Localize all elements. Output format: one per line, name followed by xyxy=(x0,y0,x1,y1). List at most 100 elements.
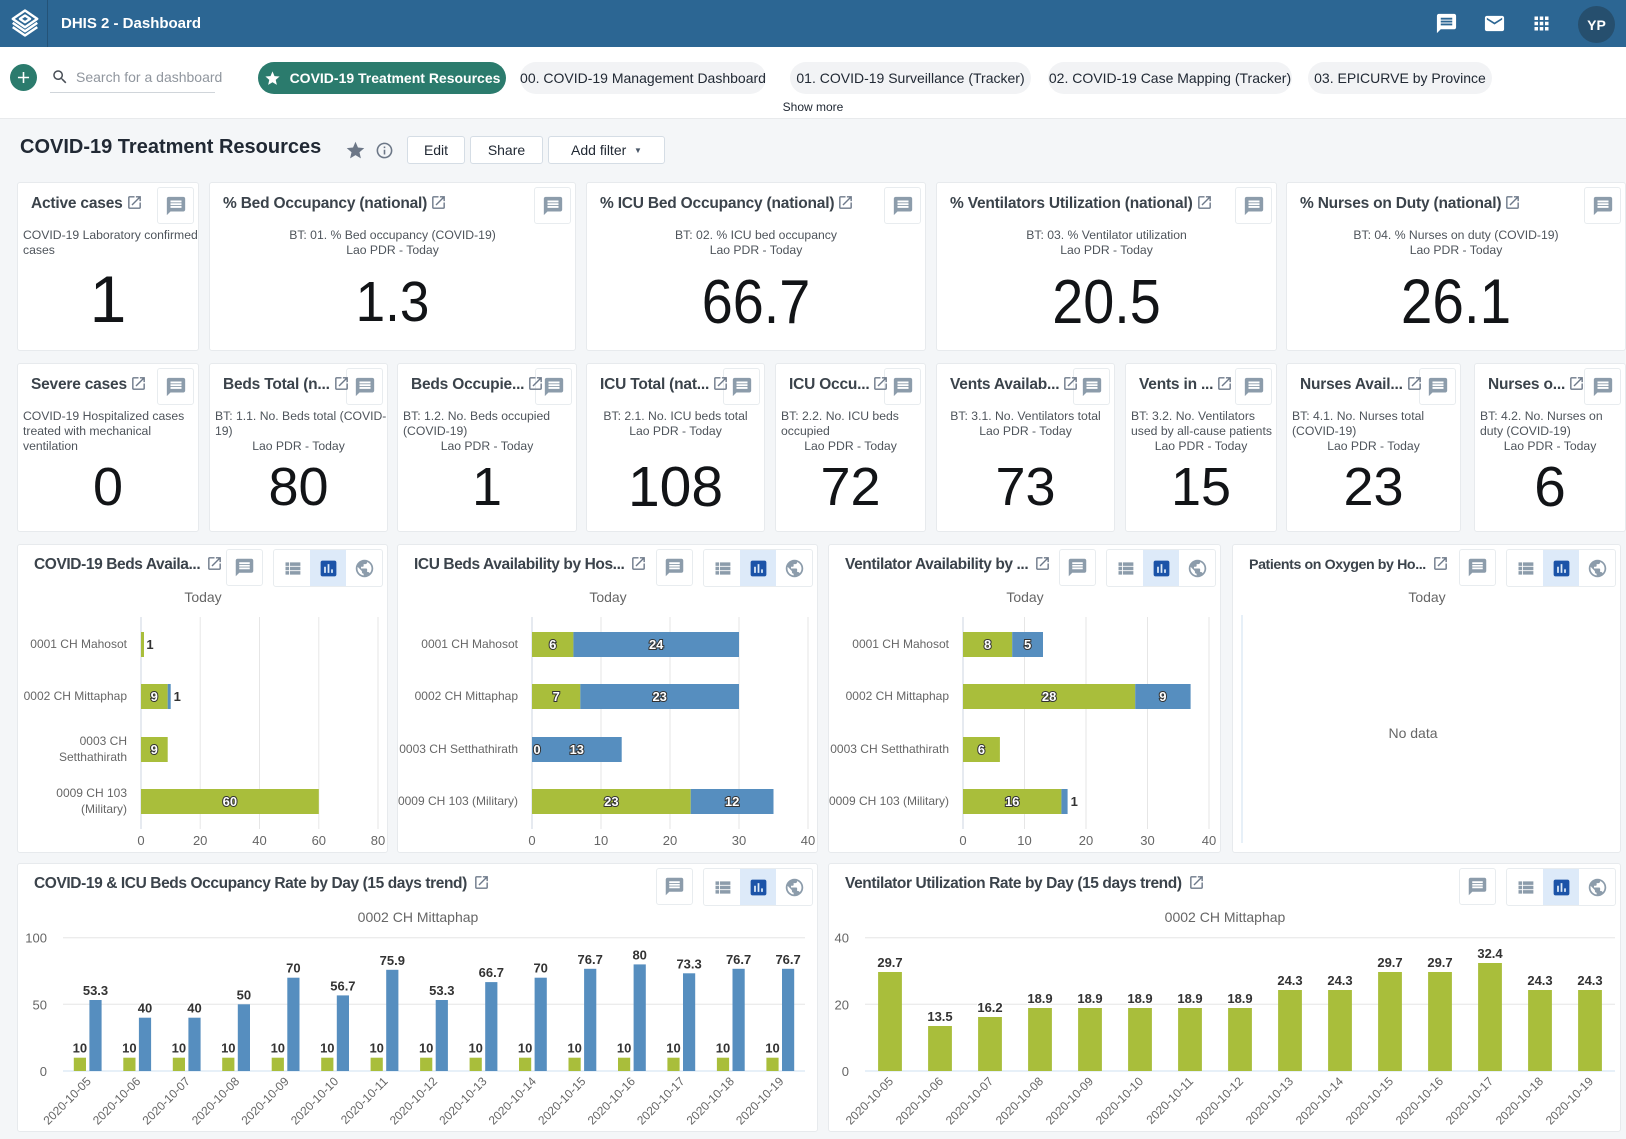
svg-text:10: 10 xyxy=(419,1041,433,1056)
svg-text:18.9: 18.9 xyxy=(1227,991,1252,1006)
svg-text:2020-10-11: 2020-10-11 xyxy=(338,1074,391,1127)
svg-text:80: 80 xyxy=(371,833,385,848)
svg-text:40: 40 xyxy=(138,1001,152,1016)
svg-text:76.7: 76.7 xyxy=(775,952,800,967)
svg-text:0001 CH Mahosot: 0001 CH Mahosot xyxy=(852,637,949,651)
svg-text:2020-10-18: 2020-10-18 xyxy=(1493,1074,1547,1128)
svg-text:10: 10 xyxy=(617,1041,631,1056)
svg-text:60: 60 xyxy=(312,833,326,848)
svg-text:1: 1 xyxy=(174,689,181,704)
svg-text:50: 50 xyxy=(237,987,251,1002)
svg-text:10: 10 xyxy=(468,1041,482,1056)
svg-text:23: 23 xyxy=(652,689,666,704)
svg-text:2020-10-07: 2020-10-07 xyxy=(943,1074,997,1128)
svg-text:0002 CH Mittaphap: 0002 CH Mittaphap xyxy=(415,689,519,703)
svg-text:2020-10-19: 2020-10-19 xyxy=(733,1074,787,1128)
svg-text:24.3: 24.3 xyxy=(1327,973,1352,988)
svg-text:0: 0 xyxy=(533,742,540,757)
svg-text:30: 30 xyxy=(1140,833,1154,848)
svg-text:0002 CH Mittaphap: 0002 CH Mittaphap xyxy=(1165,909,1286,925)
svg-text:0: 0 xyxy=(842,1064,849,1079)
svg-text:10: 10 xyxy=(271,1041,285,1056)
svg-text:2020-10-15: 2020-10-15 xyxy=(535,1074,589,1128)
svg-text:0009 CH 103 (Military): 0009 CH 103 (Military) xyxy=(398,794,518,808)
svg-text:10: 10 xyxy=(765,1041,779,1056)
svg-text:66.7: 66.7 xyxy=(479,965,504,980)
svg-text:16.2: 16.2 xyxy=(977,1000,1002,1015)
svg-text:0009 CH 103 (Military): 0009 CH 103 (Military) xyxy=(829,794,949,808)
svg-text:2020-10-15: 2020-10-15 xyxy=(1343,1074,1397,1128)
svg-text:60: 60 xyxy=(223,794,237,809)
svg-text:10: 10 xyxy=(518,1041,532,1056)
svg-text:2020-10-06: 2020-10-06 xyxy=(893,1074,947,1128)
svg-text:0002 CH Mittaphap: 0002 CH Mittaphap xyxy=(358,909,479,925)
svg-text:24.3: 24.3 xyxy=(1527,973,1552,988)
svg-text:2020-10-12: 2020-10-12 xyxy=(1193,1074,1247,1128)
svg-text:2020-10-05: 2020-10-05 xyxy=(41,1074,95,1128)
svg-text:20: 20 xyxy=(663,833,677,848)
svg-text:2020-10-13: 2020-10-13 xyxy=(1243,1074,1297,1128)
svg-text:28: 28 xyxy=(1042,689,1056,704)
svg-text:18.9: 18.9 xyxy=(1027,991,1052,1006)
svg-text:2020-10-09: 2020-10-09 xyxy=(238,1074,292,1128)
svg-text:13: 13 xyxy=(570,742,584,757)
svg-text:0003 CH Setthathirath: 0003 CH Setthathirath xyxy=(399,742,518,756)
svg-text:24.3: 24.3 xyxy=(1577,973,1602,988)
svg-text:2020-10-08: 2020-10-08 xyxy=(189,1074,243,1128)
svg-text:0002 CH Mittaphap: 0002 CH Mittaphap xyxy=(846,689,950,703)
svg-text:100: 100 xyxy=(25,931,47,946)
svg-text:13.5: 13.5 xyxy=(927,1009,952,1024)
svg-text:2020-10-14: 2020-10-14 xyxy=(486,1074,540,1128)
svg-text:6: 6 xyxy=(549,637,556,652)
svg-text:40: 40 xyxy=(1202,833,1216,848)
svg-text:2020-10-08: 2020-10-08 xyxy=(993,1074,1047,1128)
svg-text:10: 10 xyxy=(666,1041,680,1056)
svg-text:10: 10 xyxy=(122,1041,136,1056)
svg-text:73.3: 73.3 xyxy=(676,956,701,971)
svg-text:10: 10 xyxy=(567,1041,581,1056)
svg-text:2020-10-06: 2020-10-06 xyxy=(90,1074,144,1128)
svg-text:0: 0 xyxy=(40,1064,47,1079)
svg-text:10: 10 xyxy=(172,1041,186,1056)
svg-text:10: 10 xyxy=(73,1041,87,1056)
svg-text:80: 80 xyxy=(632,947,646,962)
svg-text:50: 50 xyxy=(33,997,47,1012)
svg-text:10: 10 xyxy=(1017,833,1031,848)
svg-text:10: 10 xyxy=(320,1041,334,1056)
svg-text:1: 1 xyxy=(1071,794,1078,809)
svg-text:2020-10-12: 2020-10-12 xyxy=(387,1074,441,1128)
svg-text:24.3: 24.3 xyxy=(1277,973,1302,988)
svg-text:76.7: 76.7 xyxy=(578,952,603,967)
svg-text:Today: Today xyxy=(184,589,221,605)
svg-text:20: 20 xyxy=(835,997,849,1012)
svg-text:2020-10-16: 2020-10-16 xyxy=(1393,1074,1447,1128)
svg-text:2020-10-11: 2020-10-11 xyxy=(1143,1074,1196,1127)
svg-text:0009 CH 103: 0009 CH 103 xyxy=(56,786,127,800)
svg-text:16: 16 xyxy=(1005,794,1019,809)
svg-text:No data: No data xyxy=(1388,725,1437,741)
svg-text:40: 40 xyxy=(801,833,815,848)
svg-text:2020-10-09: 2020-10-09 xyxy=(1043,1074,1097,1128)
svg-text:7: 7 xyxy=(553,689,560,704)
svg-text:Setthathirath: Setthathirath xyxy=(59,750,127,764)
svg-text:23: 23 xyxy=(604,794,618,809)
svg-text:10: 10 xyxy=(369,1041,383,1056)
svg-text:0001 CH Mahosot: 0001 CH Mahosot xyxy=(30,637,127,651)
svg-text:29.7: 29.7 xyxy=(1427,955,1452,970)
svg-text:30: 30 xyxy=(732,833,746,848)
svg-text:Today: Today xyxy=(1006,589,1043,605)
svg-text:0001 CH Mahosot: 0001 CH Mahosot xyxy=(421,637,518,651)
svg-text:2020-10-10: 2020-10-10 xyxy=(1093,1074,1147,1128)
svg-text:9: 9 xyxy=(151,742,158,757)
svg-text:2020-10-17: 2020-10-17 xyxy=(634,1074,688,1128)
svg-text:32.4: 32.4 xyxy=(1477,946,1503,961)
svg-text:0: 0 xyxy=(959,833,966,848)
svg-text:29.7: 29.7 xyxy=(877,955,902,970)
svg-text:0: 0 xyxy=(137,833,144,848)
svg-text:70: 70 xyxy=(533,961,547,976)
svg-text:9: 9 xyxy=(151,689,158,704)
svg-text:Today: Today xyxy=(1408,589,1445,605)
svg-text:40: 40 xyxy=(187,1001,201,1016)
svg-text:18.9: 18.9 xyxy=(1127,991,1152,1006)
svg-text:10: 10 xyxy=(221,1041,235,1056)
